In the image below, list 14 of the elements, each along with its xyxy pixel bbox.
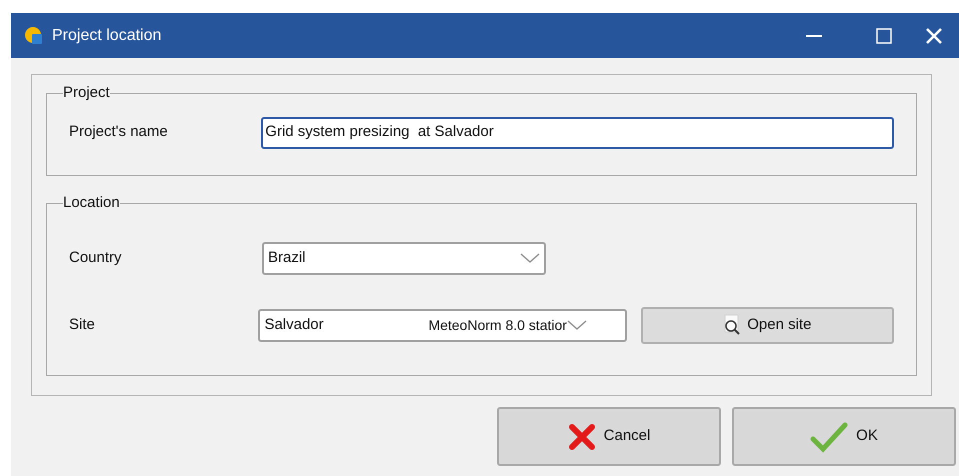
field-label: Country (69, 248, 123, 268)
field-label: Project's name (69, 122, 169, 142)
group-legend: Project (63, 82, 110, 104)
site-name: Salvador (264, 314, 325, 335)
open-site-button[interactable]: Open site (640, 306, 894, 344)
window-title: Project location (52, 26, 162, 46)
country-dropdown[interactable]: Brazil (262, 242, 546, 274)
field-label: Site (69, 314, 96, 335)
group-legend: Location (63, 192, 120, 214)
site-dropdown[interactable]: Salvador MeteoNorm 8.0 statior (258, 308, 627, 342)
project-name-field[interactable]: Grid system presizing at Salvador (261, 116, 894, 148)
site-source: MeteoNorm 8.0 statior (428, 316, 567, 334)
ok-button[interactable]: OK (732, 407, 956, 466)
cancel-button[interactable]: Cancel (497, 407, 721, 466)
